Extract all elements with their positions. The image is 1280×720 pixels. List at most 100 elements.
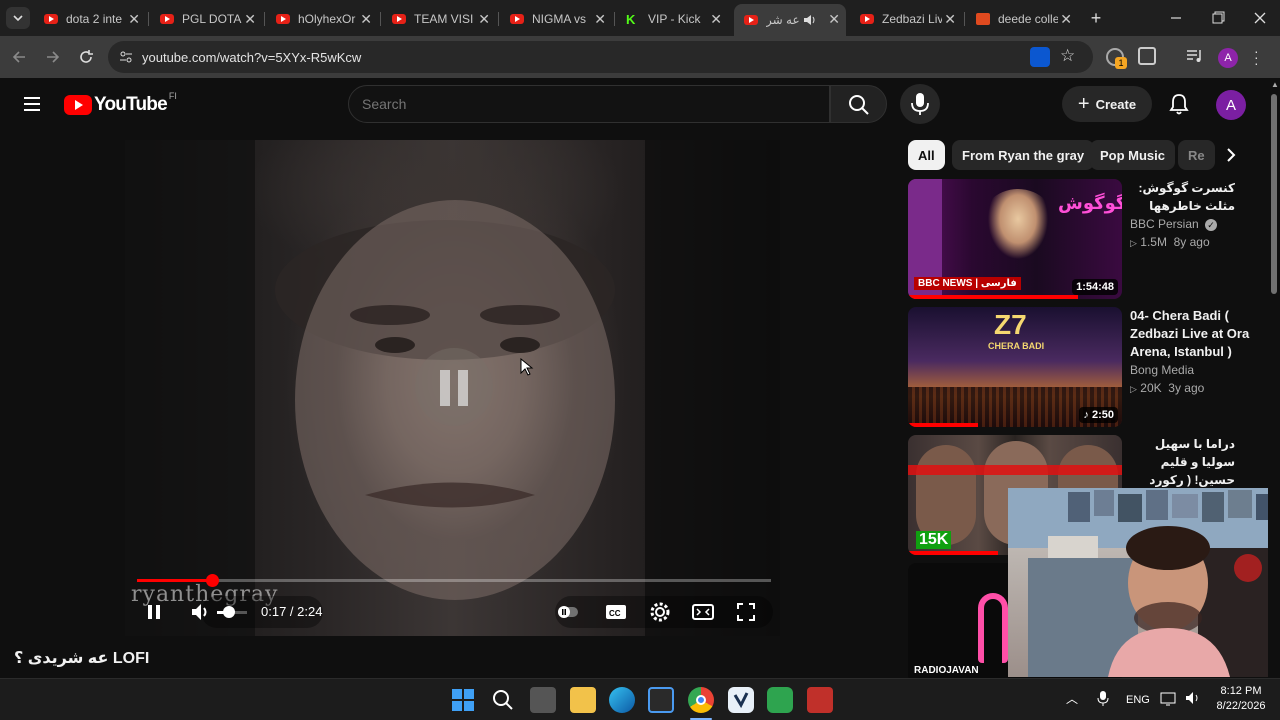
search-button[interactable] bbox=[830, 85, 887, 123]
input-language[interactable]: ENG bbox=[1126, 694, 1150, 706]
show-hidden-icons-chevron-icon[interactable]: ︿ bbox=[1066, 690, 1078, 707]
video-title[interactable]: کنسرت گوگوش: مثلث خاطرهها bbox=[1130, 179, 1235, 215]
microsoft-store-icon[interactable] bbox=[648, 687, 674, 713]
fullscreen-button[interactable] bbox=[735, 598, 757, 626]
browser-tab-active[interactable]: عه شر ✕ bbox=[734, 4, 846, 36]
taskbar-microphone-icon[interactable] bbox=[1096, 689, 1110, 712]
edge-browser-icon[interactable] bbox=[609, 687, 635, 713]
speaker-icon[interactable] bbox=[802, 13, 816, 30]
volume-slider[interactable] bbox=[217, 606, 247, 618]
flamingo-graphic bbox=[978, 593, 1008, 663]
vpn-app-icon[interactable] bbox=[728, 687, 754, 713]
create-button[interactable]: + Create bbox=[1062, 86, 1152, 122]
tab-close-icon[interactable]: ✕ bbox=[244, 11, 256, 28]
volume-knob[interactable] bbox=[223, 606, 235, 618]
search-box[interactable] bbox=[348, 85, 830, 123]
chrome-browser-icon[interactable] bbox=[688, 687, 714, 713]
account-avatar[interactable]: A bbox=[1216, 90, 1246, 120]
video-title[interactable]: 04- Chera Badi ( Zedbazi Live at Ora Are… bbox=[1130, 307, 1250, 361]
channel-name[interactable]: BBC Persian ✓ bbox=[1130, 217, 1218, 231]
profile-avatar[interactable]: A bbox=[1218, 48, 1238, 68]
search-input[interactable] bbox=[362, 96, 802, 112]
close-window-button[interactable] bbox=[1250, 9, 1270, 27]
tab-separator bbox=[148, 12, 149, 26]
browser-menu-icon[interactable]: · · · bbox=[1254, 44, 1259, 70]
chip-truncated[interactable]: Re bbox=[1178, 140, 1215, 170]
volume-tray-icon[interactable] bbox=[1184, 690, 1202, 711]
channel-name[interactable]: Bong Media bbox=[1130, 363, 1194, 377]
new-tab-button[interactable]: + bbox=[1086, 8, 1106, 28]
scrollbar-thumb[interactable] bbox=[1271, 94, 1277, 294]
video-player[interactable]: ryanthegray 0:17 / 2:24 CC bbox=[125, 140, 780, 636]
chip-all[interactable]: All bbox=[908, 140, 945, 170]
tab-title: NIGMA vs bbox=[532, 12, 587, 26]
thumb-title-text: 15K bbox=[916, 531, 952, 549]
file-explorer-icon[interactable] bbox=[570, 687, 596, 713]
browser-tab[interactable]: hOlyhexOr ✕ bbox=[266, 6, 378, 32]
tab-close-icon[interactable]: ✕ bbox=[710, 11, 722, 28]
theater-mode-button[interactable] bbox=[691, 598, 715, 626]
taskbar-clock[interactable]: 8:12 PM 8/22/2026 bbox=[1208, 684, 1274, 714]
browser-tab[interactable]: deede colle ✕ bbox=[966, 6, 1078, 32]
extensions-puzzle-icon[interactable] bbox=[1138, 47, 1156, 65]
deede-icon bbox=[976, 13, 990, 25]
chip-from-channel[interactable]: From Ryan the gray bbox=[952, 140, 1095, 170]
settings-button[interactable] bbox=[649, 598, 671, 626]
play-pause-button[interactable] bbox=[141, 598, 167, 626]
chips-next-button[interactable] bbox=[1218, 143, 1244, 167]
tab-close-icon[interactable]: ✕ bbox=[944, 11, 956, 28]
tab-search-button[interactable] bbox=[6, 7, 30, 29]
dota2-app-icon[interactable] bbox=[807, 687, 833, 713]
recommended-video[interactable]: Z7 CHERA BADI ♪ 2:50 04- Chera Badi ( Ze… bbox=[908, 307, 1260, 427]
video-thumbnail[interactable]: گوگوش BBC NEWS | فارسی 1:54:48 bbox=[908, 179, 1122, 299]
browser-tab[interactable]: Zedbazi Liv ✕ bbox=[850, 6, 962, 32]
video-frame[interactable] bbox=[125, 140, 780, 636]
page-scrollbar[interactable]: ▲ bbox=[1268, 78, 1280, 678]
guide-menu-button[interactable] bbox=[22, 94, 42, 119]
media-controls-icon[interactable] bbox=[1186, 48, 1204, 69]
autoplay-toggle[interactable] bbox=[557, 598, 579, 626]
green-app-icon[interactable] bbox=[767, 687, 793, 713]
mute-button[interactable] bbox=[187, 598, 213, 626]
browser-tab[interactable]: K VIP - Kick ✕ bbox=[616, 6, 728, 32]
chip-pop-music[interactable]: Pop Music bbox=[1090, 140, 1176, 170]
address-bar[interactable]: youtube.com/watch?v=5XYx-R5wKcw ☆ bbox=[108, 41, 1093, 73]
browser-tab[interactable]: NIGMA vs ✕ bbox=[500, 6, 612, 32]
youtube-icon bbox=[860, 14, 874, 24]
recommended-video[interactable]: گوگوش BBC NEWS | فارسی 1:54:48 کنسرت گوگ… bbox=[908, 179, 1260, 299]
windows-start-icon[interactable] bbox=[450, 687, 476, 713]
install-app-icon[interactable] bbox=[1030, 47, 1050, 67]
task-view-icon[interactable] bbox=[530, 687, 556, 713]
browser-tab[interactable]: PGL DOTA ✕ bbox=[150, 6, 262, 32]
tab-close-icon[interactable]: ✕ bbox=[478, 11, 490, 28]
url-text[interactable]: youtube.com/watch?v=5XYx-R5wKcw bbox=[142, 50, 361, 65]
progress-bar[interactable] bbox=[137, 574, 771, 587]
site-info-icon[interactable] bbox=[118, 49, 134, 70]
theater-mode-icon bbox=[692, 604, 714, 620]
kick-icon: K bbox=[626, 12, 636, 27]
browser-tab[interactable]: TEAM VISIO ✕ bbox=[382, 6, 496, 32]
tab-close-icon[interactable]: ✕ bbox=[1060, 11, 1072, 28]
tab-close-icon[interactable]: ✕ bbox=[828, 11, 840, 28]
pause-overlay-icon[interactable] bbox=[415, 348, 493, 426]
taskbar-search-icon[interactable] bbox=[490, 687, 516, 713]
voice-search-button[interactable] bbox=[900, 84, 940, 124]
minimize-button[interactable] bbox=[1166, 9, 1186, 27]
youtube-logo[interactable]: YouTube FI bbox=[64, 91, 177, 117]
tab-close-icon[interactable]: ✕ bbox=[594, 11, 606, 28]
subtitles-button[interactable]: CC bbox=[605, 598, 627, 626]
browser-tab[interactable]: dota 2 inte ✕ bbox=[34, 6, 146, 32]
scroll-up-icon[interactable]: ▲ bbox=[1271, 80, 1279, 89]
restore-button[interactable] bbox=[1208, 9, 1228, 27]
video-thumbnail[interactable]: Z7 CHERA BADI ♪ 2:50 bbox=[908, 307, 1122, 427]
extension-button[interactable]: 1 bbox=[1106, 48, 1127, 69]
network-icon[interactable] bbox=[1160, 691, 1178, 712]
reload-button[interactable] bbox=[76, 47, 96, 72]
progress-scrubber[interactable] bbox=[205, 574, 219, 587]
bookmark-star-icon[interactable]: ☆ bbox=[1060, 46, 1075, 66]
tab-close-icon[interactable]: ✕ bbox=[128, 11, 140, 28]
tab-close-icon[interactable]: ✕ bbox=[360, 11, 372, 28]
notifications-button[interactable] bbox=[1168, 92, 1190, 121]
forward-button[interactable] bbox=[42, 47, 62, 72]
back-button[interactable] bbox=[10, 47, 30, 72]
